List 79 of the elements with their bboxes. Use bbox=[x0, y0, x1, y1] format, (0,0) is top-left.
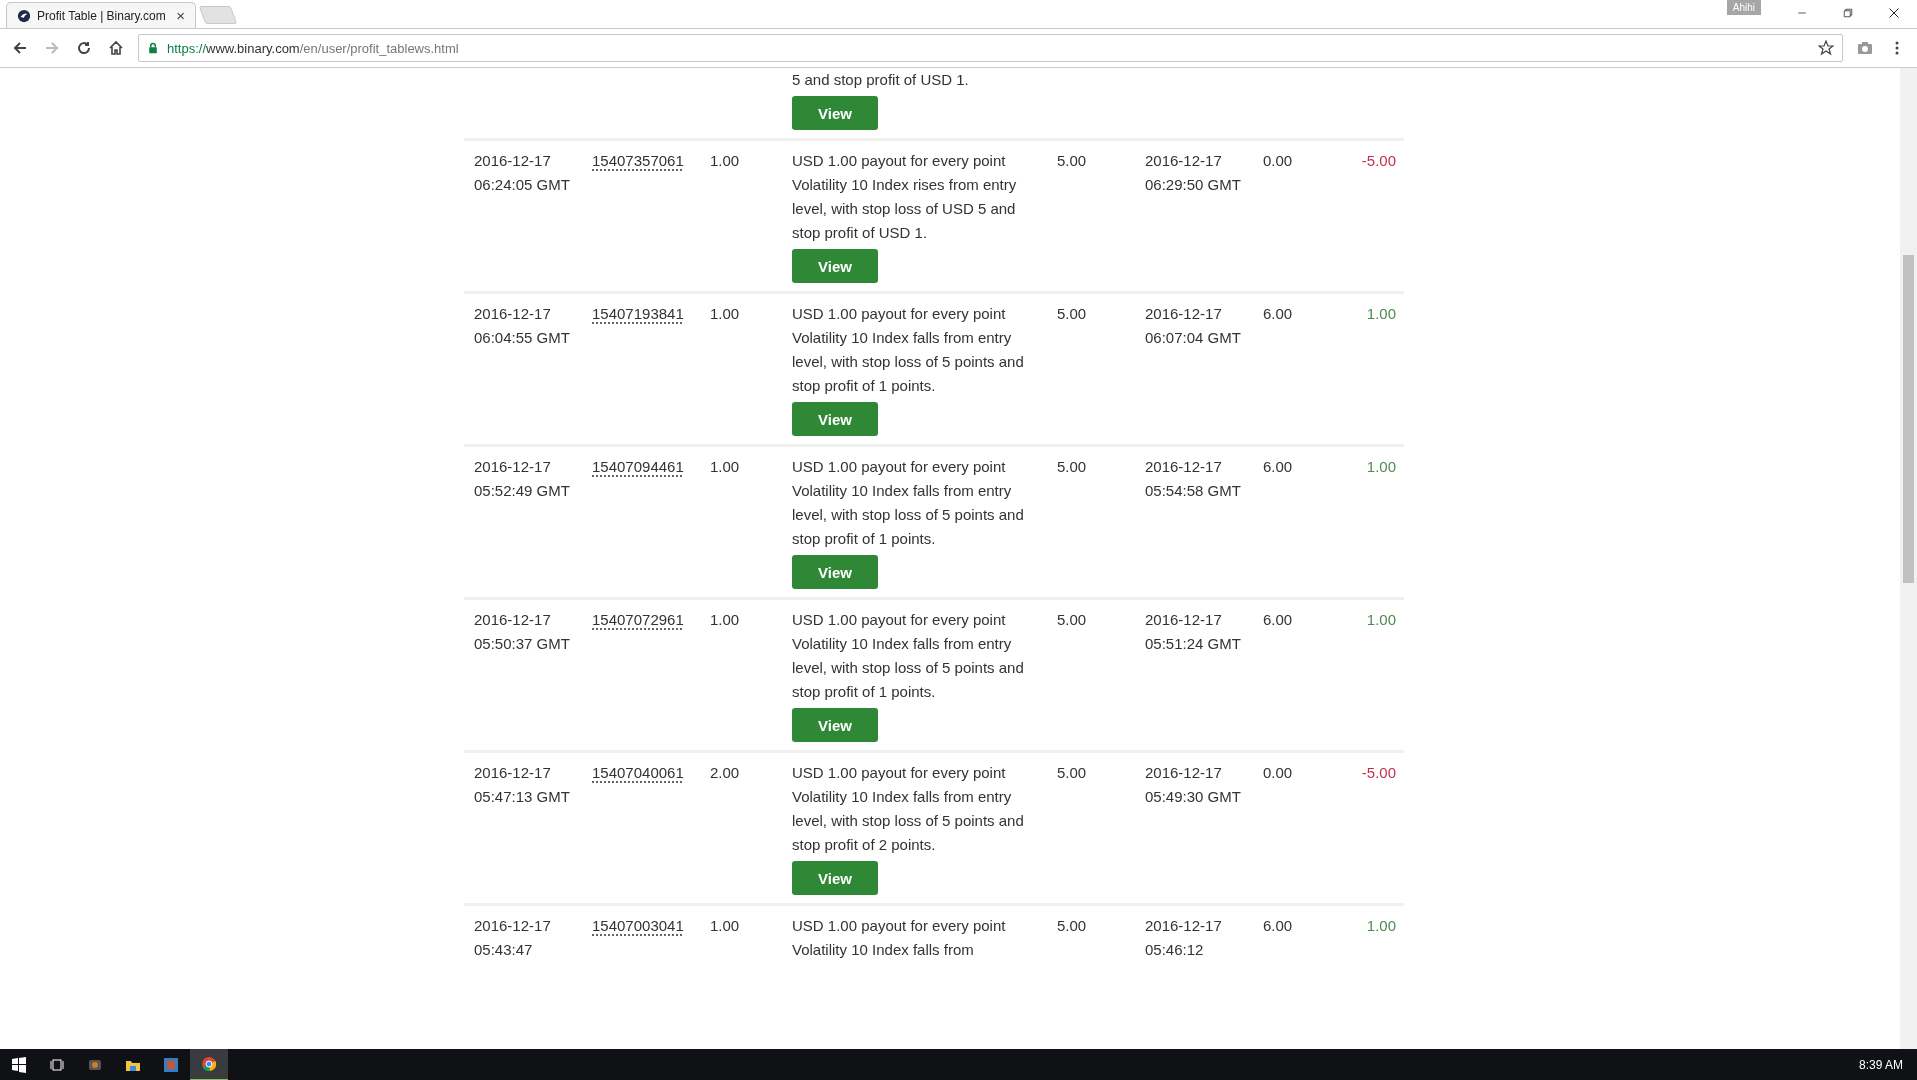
sell-date: 2016-12-17 05:46:12 bbox=[1145, 916, 1223, 960]
sell-date: 2016-12-17 05:49:30 GMT bbox=[1145, 763, 1242, 807]
forward-arrow-icon bbox=[44, 40, 60, 56]
purchase-date: 2016-12-17 05:43:47 bbox=[474, 916, 552, 960]
sell-price: 6.00 bbox=[1263, 916, 1294, 936]
browser-icon bbox=[201, 1056, 217, 1072]
view-button[interactable]: View bbox=[792, 555, 878, 589]
view-button[interactable]: View bbox=[792, 861, 878, 895]
payout: 5.00 bbox=[1057, 151, 1088, 171]
camera-icon bbox=[1857, 40, 1873, 56]
contract-description: USD 1.00 payout for every point Volatility 10 Index falls from bbox=[792, 916, 1007, 960]
buy-price: 1.00 bbox=[710, 304, 741, 324]
contract-description: USD 1.00 payout for every point Volatility 10 Index falls from entry level, with stop loss of 5 points and stop profit of 1 points. bbox=[792, 304, 1025, 396]
globe-icon bbox=[17, 8, 31, 23]
sell-date: 2016-12-17 06:07:04 GMT bbox=[1145, 304, 1242, 348]
ref-link[interactable]: 15407357061 bbox=[592, 152, 684, 169]
payout: 5.00 bbox=[1057, 610, 1088, 630]
sell-price: 6.00 bbox=[1263, 457, 1294, 477]
ref-link[interactable]: 15407193841 bbox=[592, 305, 684, 322]
app-icon bbox=[87, 1057, 103, 1073]
sell-price: 6.00 bbox=[1263, 304, 1294, 324]
view-button[interactable]: View bbox=[792, 249, 878, 283]
payout: 5.00 bbox=[1057, 457, 1088, 477]
view-button[interactable]: View bbox=[792, 96, 878, 130]
view-button[interactable]: View bbox=[792, 708, 878, 742]
sell-date: 2016-12-17 05:54:58 GMT bbox=[1145, 457, 1242, 501]
buy-price: 1.00 bbox=[710, 916, 741, 936]
profit-loss: -5.00 bbox=[1360, 151, 1397, 171]
profit-loss: -5.00 bbox=[1360, 763, 1397, 783]
view-button[interactable]: View bbox=[792, 402, 878, 436]
back-arrow-icon bbox=[12, 40, 28, 56]
scrollbar[interactable] bbox=[1900, 68, 1917, 1049]
browser-taskbar-button[interactable] bbox=[190, 1049, 228, 1080]
buy-price: 2.00 bbox=[710, 763, 741, 783]
buy-price: 1.00 bbox=[710, 457, 741, 477]
purchase-date: 2016-12-17 05:52:49 GMT bbox=[474, 457, 571, 501]
ref-link[interactable]: 15407072961 bbox=[592, 611, 684, 628]
profit-loss: 1.00 bbox=[1365, 916, 1397, 936]
sell-date: 2016-12-17 06:29:50 GMT bbox=[1145, 151, 1242, 195]
tab-title: Profit Table | Binary.com bbox=[37, 8, 167, 23]
profit-loss: 1.00 bbox=[1365, 457, 1397, 477]
contract-description: 5 and stop profit of USD 1. bbox=[792, 70, 969, 90]
ref-link[interactable]: 15407040061 bbox=[592, 764, 684, 781]
lock-icon bbox=[147, 42, 159, 54]
ref-link[interactable]: 15407003041 bbox=[592, 917, 684, 934]
task-view-icon bbox=[49, 1057, 65, 1073]
ref-link[interactable]: 15407094461 bbox=[592, 458, 684, 475]
clock: 8:39 AM bbox=[1858, 1058, 1904, 1072]
contract-description: USD 1.00 payout for every point Volatility 10 Index falls from entry level, with stop loss of 5 points and stop profit of 1 points. bbox=[792, 610, 1025, 702]
contract-description: USD 1.00 payout for every point Volatility 10 Index falls from entry level, with stop loss of 5 points and stop profit of 2 points. bbox=[792, 763, 1025, 855]
sell-date: 2016-12-17 05:51:24 GMT bbox=[1145, 610, 1242, 654]
payout: 5.00 bbox=[1057, 763, 1088, 783]
buy-price: 1.00 bbox=[710, 610, 741, 630]
purchase-date: 2016-12-17 05:50:37 GMT bbox=[474, 610, 571, 654]
windows-logo-icon bbox=[11, 1057, 27, 1073]
contract-description: USD 1.00 payout for every point Volatility 10 Index rises from entry level, with stop loss of USD 5 and stop profit of USD 1. bbox=[792, 151, 1018, 243]
browser-tab[interactable]: Profit Table | Binary.com × bbox=[6, 2, 196, 28]
address-bar[interactable]: https://www.binary.com/en/user/profit_tablews.html bbox=[138, 34, 1843, 62]
home-icon bbox=[108, 40, 124, 56]
scrollbar-thumb[interactable] bbox=[1903, 255, 1914, 583]
close-icon bbox=[1888, 7, 1900, 19]
sell-price: 6.00 bbox=[1263, 610, 1294, 630]
payout: 5.00 bbox=[1057, 916, 1088, 936]
payout: 5.00 bbox=[1057, 304, 1088, 324]
sell-price: 0.00 bbox=[1263, 151, 1294, 171]
restore-icon bbox=[1842, 7, 1854, 19]
star-icon bbox=[1818, 40, 1834, 56]
purchase-date: 2016-12-17 05:47:13 GMT bbox=[474, 763, 571, 807]
reload-icon bbox=[76, 40, 92, 56]
sell-price: 0.00 bbox=[1263, 763, 1294, 783]
buy-price: 1.00 bbox=[710, 151, 741, 171]
profit-loss: 1.00 bbox=[1365, 304, 1397, 324]
profit-loss: 1.00 bbox=[1365, 610, 1397, 630]
purchase-date: 2016-12-17 06:24:05 GMT bbox=[474, 151, 571, 195]
url-text: https://www.binary.com/en/user/profit_tablews.html bbox=[167, 40, 459, 56]
contract-description: USD 1.00 payout for every point Volatility 10 Index falls from entry level, with stop loss of 5 points and stop profit of 1 points. bbox=[792, 457, 1025, 549]
tab-close-button[interactable]: × bbox=[176, 7, 185, 24]
purchase-date: 2016-12-17 06:04:55 GMT bbox=[474, 304, 571, 348]
picture-app-icon bbox=[163, 1057, 179, 1073]
